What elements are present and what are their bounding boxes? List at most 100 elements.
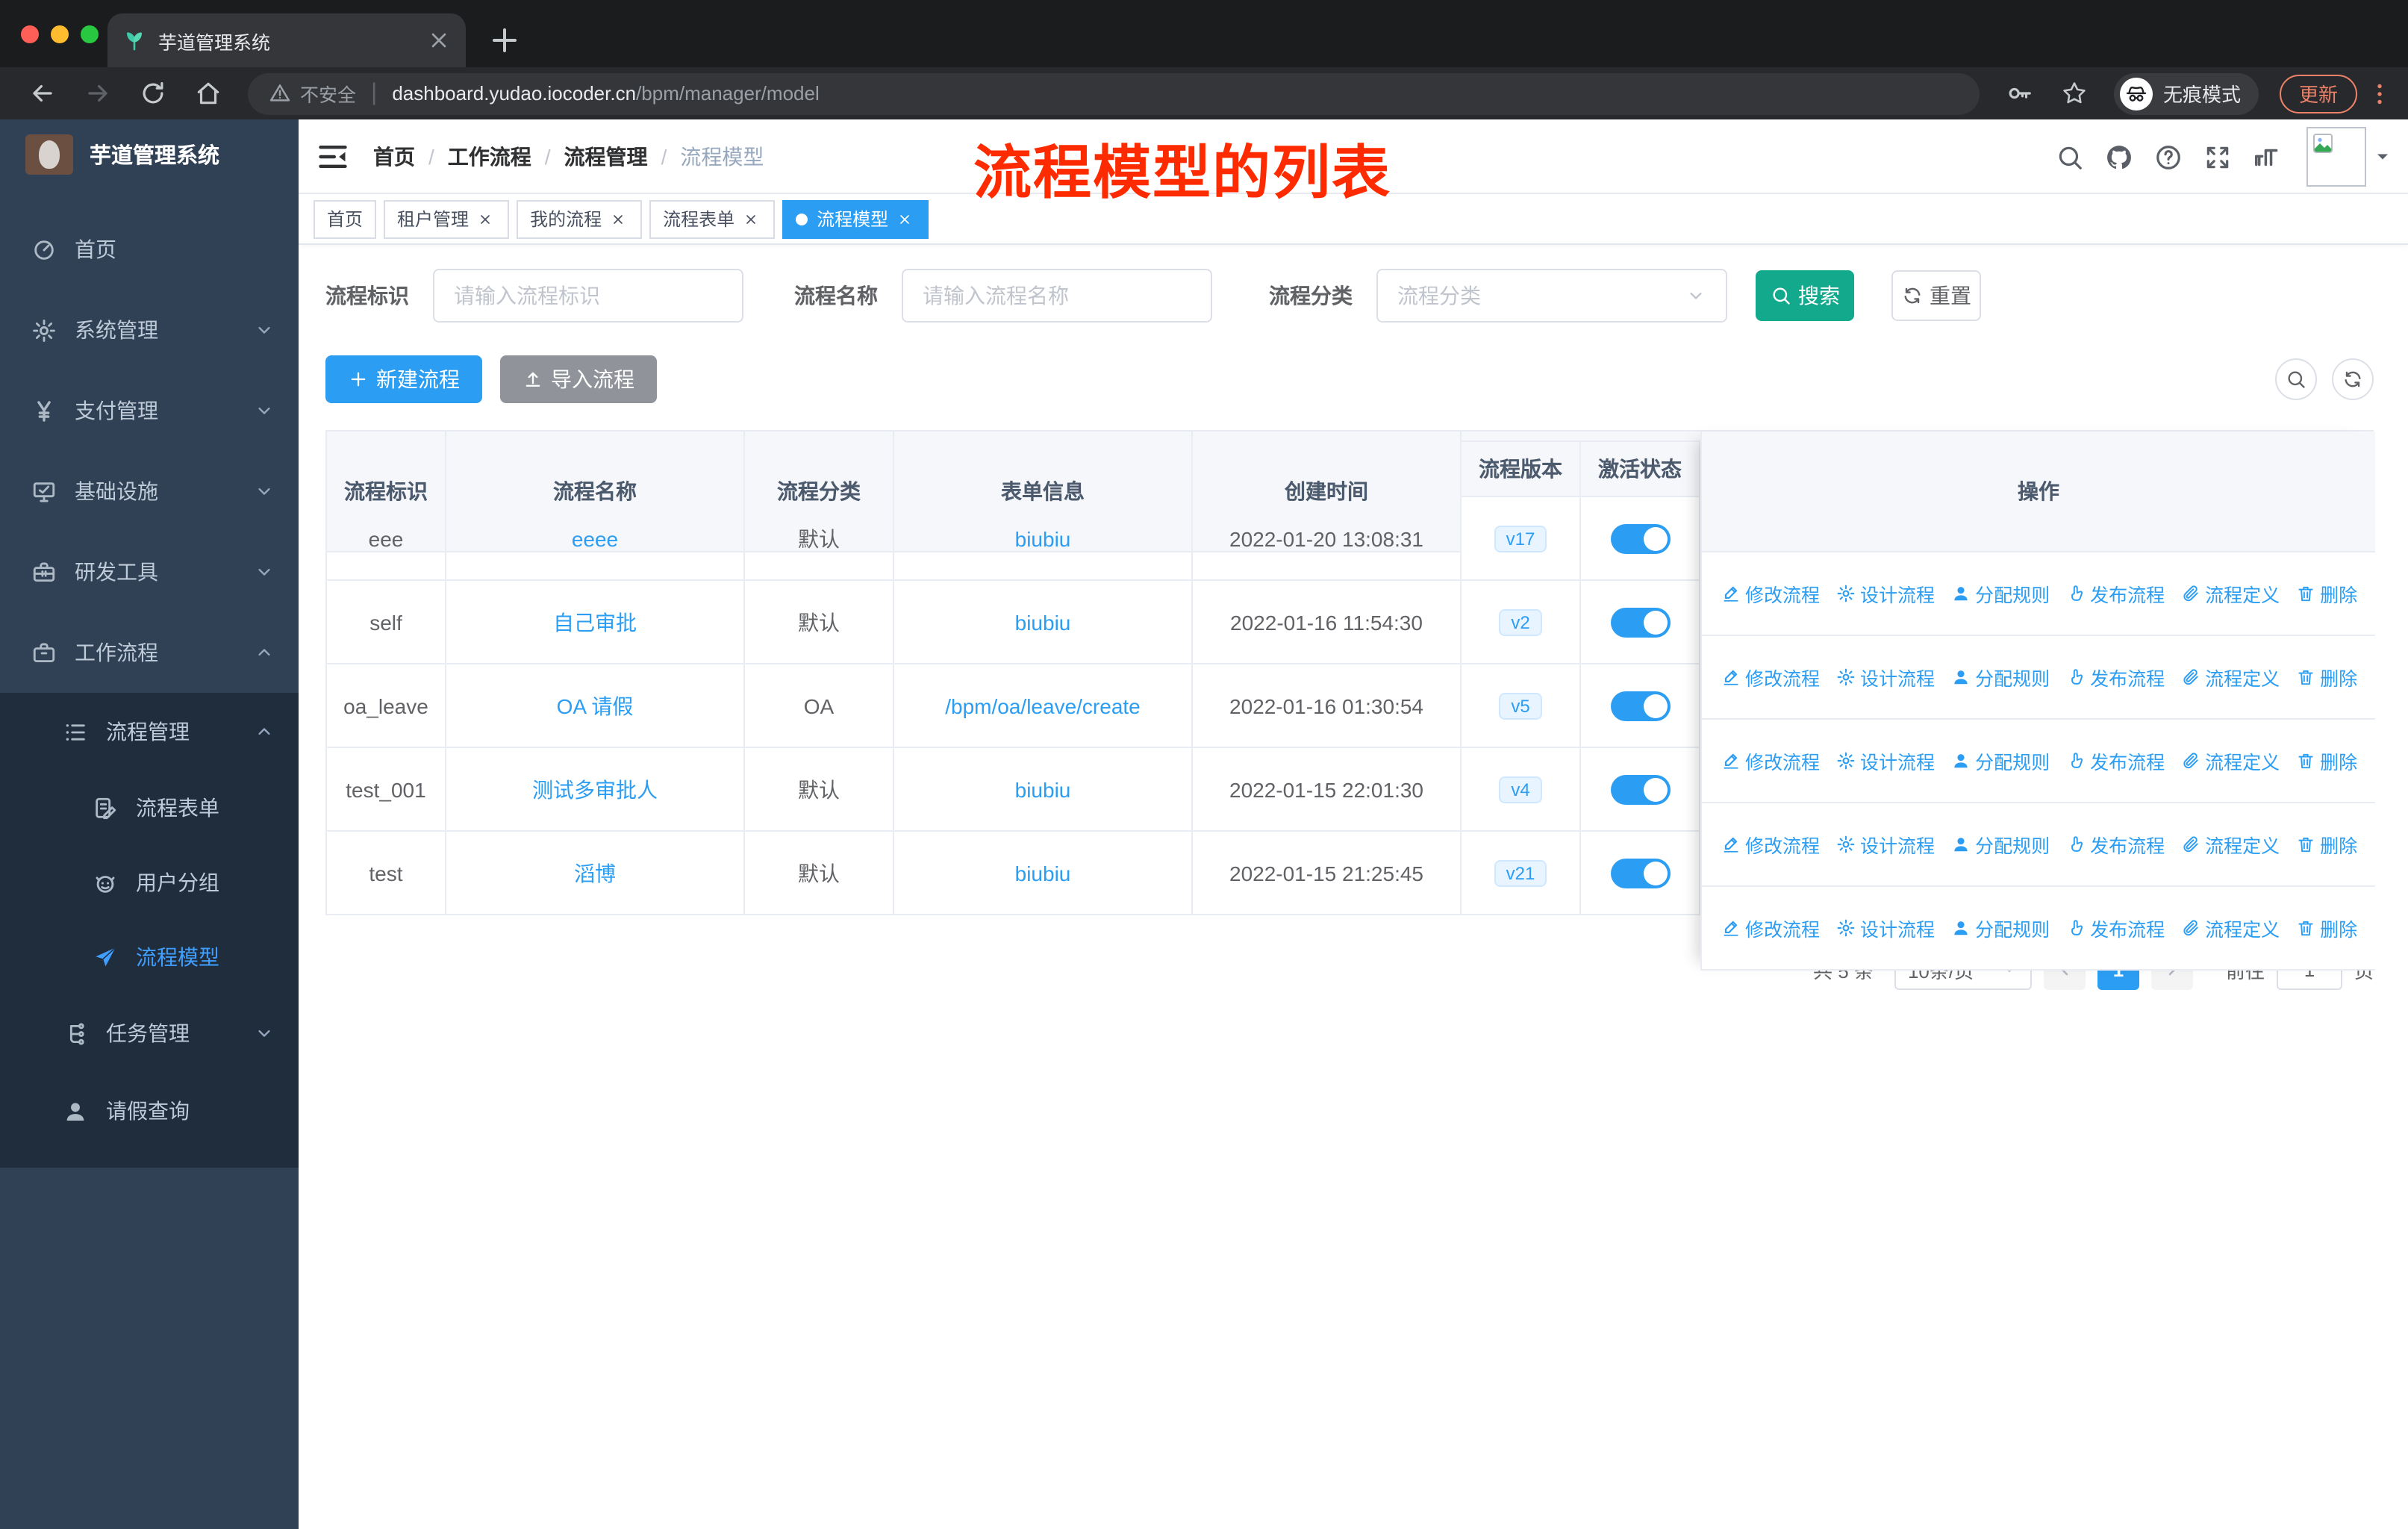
action-definition-link[interactable]: 流程定义 bbox=[2181, 830, 2280, 859]
sidebar-item-process-mgmt[interactable]: 流程管理 bbox=[0, 693, 299, 770]
sidebar-item-process-form[interactable]: 流程表单 bbox=[0, 770, 299, 845]
tag-我的流程[interactable]: 我的流程 bbox=[517, 199, 643, 238]
version-badge[interactable]: v4 bbox=[1499, 776, 1542, 803]
action-delete-link[interactable]: 删除 bbox=[2296, 914, 2357, 942]
tag-租户管理[interactable]: 租户管理 bbox=[384, 199, 510, 238]
action-modify-link[interactable]: 修改流程 bbox=[1721, 747, 1820, 775]
font-size-icon[interactable] bbox=[2253, 143, 2281, 171]
action-assign-rule-link[interactable]: 分配规则 bbox=[1951, 747, 2050, 775]
breadcrumb-item[interactable]: 工作流程 bbox=[448, 141, 531, 171]
action-design-link[interactable]: 设计流程 bbox=[1836, 914, 1935, 942]
action-publish-link[interactable]: 发布流程 bbox=[2066, 830, 2165, 859]
action-delete-link[interactable]: 删除 bbox=[2296, 830, 2357, 859]
avatar-caret-icon[interactable] bbox=[2372, 146, 2393, 167]
action-definition-link[interactable]: 流程定义 bbox=[2181, 663, 2280, 691]
action-definition-link[interactable]: 流程定义 bbox=[2181, 914, 2280, 942]
browser-menu-icon[interactable] bbox=[2366, 80, 2393, 107]
close-window-button[interactable] bbox=[21, 25, 39, 43]
action-modify-link[interactable]: 修改流程 bbox=[1721, 579, 1820, 608]
version-badge[interactable]: v5 bbox=[1499, 692, 1542, 719]
tag-close-icon[interactable] bbox=[475, 208, 496, 229]
action-publish-link[interactable]: 发布流程 bbox=[2066, 747, 2165, 775]
action-design-link[interactable]: 设计流程 bbox=[1836, 579, 1935, 608]
active-toggle[interactable] bbox=[1610, 774, 1670, 804]
sidebar-item-user-group[interactable]: 用户分组 bbox=[0, 845, 299, 920]
search-icon[interactable] bbox=[2056, 143, 2084, 171]
minimize-window-button[interactable] bbox=[51, 25, 69, 43]
sidebar-logo[interactable]: 芋道管理系统 bbox=[0, 119, 299, 188]
action-modify-link[interactable]: 修改流程 bbox=[1721, 914, 1820, 942]
process-name-link[interactable]: 自己审批 bbox=[553, 607, 637, 637]
not-secure-label[interactable]: 不安全 bbox=[300, 79, 356, 108]
search-button[interactable]: 搜索 bbox=[1756, 270, 1854, 321]
breadcrumb-item[interactable]: 首页 bbox=[373, 141, 415, 171]
action-assign-rule-link[interactable]: 分配规则 bbox=[1951, 830, 2050, 859]
form-info-link[interactable]: biubiu bbox=[1015, 861, 1071, 885]
action-definition-link[interactable]: 流程定义 bbox=[2181, 579, 2280, 608]
new-tab-button[interactable] bbox=[487, 22, 523, 58]
tag-close-icon[interactable] bbox=[740, 208, 761, 229]
filter-name-input[interactable]: 请输入流程名称 bbox=[902, 269, 1212, 323]
active-toggle[interactable] bbox=[1610, 691, 1670, 720]
form-info-link[interactable]: biubiu bbox=[1015, 526, 1071, 550]
action-publish-link[interactable]: 发布流程 bbox=[2066, 663, 2165, 691]
reload-button[interactable] bbox=[139, 79, 167, 108]
maximize-window-button[interactable] bbox=[81, 25, 99, 43]
active-toggle[interactable] bbox=[1610, 523, 1670, 553]
process-name-link[interactable]: 测试多审批人 bbox=[532, 774, 658, 804]
filter-key-input[interactable]: 请输入流程标识 bbox=[433, 269, 743, 323]
breadcrumb-item[interactable]: 流程管理 bbox=[564, 141, 648, 171]
sidebar-item-infra[interactable]: 基础设施 bbox=[0, 451, 299, 532]
sidebar-item-process-model[interactable]: 流程模型 bbox=[0, 920, 299, 994]
sidebar-item-devtools[interactable]: 研发工具 bbox=[0, 532, 299, 612]
process-name-link[interactable]: 滔博 bbox=[574, 858, 616, 888]
chrome-update-button[interactable]: 更新 bbox=[2279, 74, 2357, 113]
tag-流程模型[interactable]: 流程模型 bbox=[782, 199, 929, 238]
refresh-table-button[interactable] bbox=[2332, 358, 2374, 400]
sidebar-item-leave-query[interactable]: 请假查询 bbox=[0, 1072, 299, 1150]
not-secure-icon[interactable] bbox=[269, 82, 291, 105]
tag-close-icon[interactable] bbox=[608, 208, 628, 229]
action-delete-link[interactable]: 删除 bbox=[2296, 663, 2357, 691]
reset-button[interactable]: 重置 bbox=[1891, 270, 1981, 321]
action-assign-rule-link[interactable]: 分配规则 bbox=[1951, 579, 2050, 608]
sidebar-item-workflow[interactable]: 工作流程 bbox=[0, 612, 299, 693]
action-assign-rule-link[interactable]: 分配规则 bbox=[1951, 914, 2050, 942]
tab-close-icon[interactable] bbox=[427, 28, 451, 52]
action-design-link[interactable]: 设计流程 bbox=[1836, 663, 1935, 691]
sidebar-item-task-mgmt[interactable]: 任务管理 bbox=[0, 994, 299, 1072]
action-delete-link[interactable]: 删除 bbox=[2296, 747, 2357, 775]
action-design-link[interactable]: 设计流程 bbox=[1836, 830, 1935, 859]
sidebar-item-system[interactable]: 系统管理 bbox=[0, 290, 299, 370]
action-modify-link[interactable]: 修改流程 bbox=[1721, 830, 1820, 859]
process-name-link[interactable]: OA 请假 bbox=[557, 691, 634, 720]
form-info-link[interactable]: /bpm/oa/leave/create bbox=[945, 694, 1141, 717]
fullscreen-icon[interactable] bbox=[2203, 143, 2232, 171]
form-info-link[interactable]: biubiu bbox=[1015, 777, 1071, 801]
action-delete-link[interactable]: 删除 bbox=[2296, 579, 2357, 608]
forward-button[interactable] bbox=[84, 79, 112, 108]
toggle-search-button[interactable] bbox=[2275, 358, 2317, 400]
version-badge[interactable]: v2 bbox=[1499, 608, 1542, 635]
browser-tab[interactable]: 芋道管理系统 bbox=[107, 13, 466, 67]
bookmark-star-icon[interactable] bbox=[2060, 79, 2089, 108]
sidebar-item-home[interactable]: 首页 bbox=[0, 209, 299, 290]
url-bar[interactable]: 不安全 | dashboard.yudao.iocoder.cn/bpm/man… bbox=[248, 72, 1980, 114]
active-toggle[interactable] bbox=[1610, 607, 1670, 637]
action-assign-rule-link[interactable]: 分配规则 bbox=[1951, 663, 2050, 691]
tag-首页[interactable]: 首页 bbox=[314, 199, 377, 238]
back-button[interactable] bbox=[28, 79, 57, 108]
action-publish-link[interactable]: 发布流程 bbox=[2066, 579, 2165, 608]
window-controls[interactable] bbox=[21, 25, 99, 43]
github-icon[interactable] bbox=[2105, 143, 2133, 171]
password-key-icon[interactable] bbox=[2005, 79, 2033, 108]
home-button[interactable] bbox=[194, 79, 222, 108]
action-publish-link[interactable]: 发布流程 bbox=[2066, 914, 2165, 942]
process-name-link[interactable]: eeee bbox=[572, 526, 618, 550]
active-toggle[interactable] bbox=[1610, 858, 1670, 888]
tag-流程表单[interactable]: 流程表单 bbox=[649, 199, 776, 238]
filter-category-select[interactable]: 流程分类 bbox=[1376, 269, 1727, 323]
user-avatar[interactable] bbox=[2306, 127, 2366, 187]
version-badge[interactable]: v21 bbox=[1494, 859, 1547, 886]
import-process-button[interactable]: 导入流程 bbox=[500, 355, 657, 403]
